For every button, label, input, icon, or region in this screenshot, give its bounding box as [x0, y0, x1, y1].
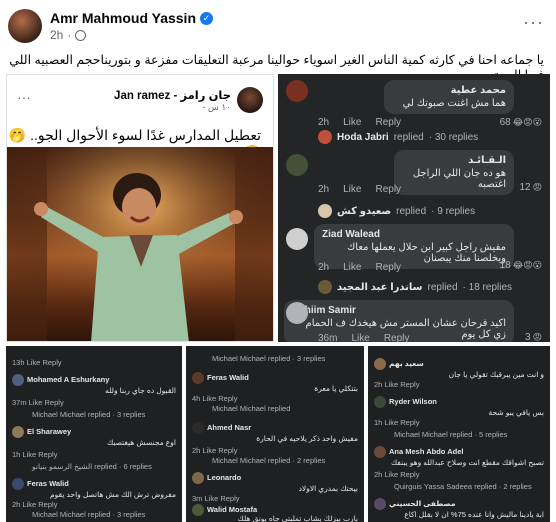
comments-screenshot-left: 13h Like Reply Mohamed A Eshurkany القبو… [6, 346, 182, 522]
avatar [374, 358, 386, 370]
avatar [12, 426, 24, 438]
replies-summary[interactable]: Michael Michael replied [212, 404, 358, 413]
reaction-count[interactable]: 18 😂😡😮 [500, 260, 542, 271]
commenter-name[interactable]: Rahiim Samir [292, 305, 506, 316]
commenter-name[interactable]: الـقـائـد [402, 155, 506, 166]
comment-bubble[interactable]: الـقـائـد هو ده جان اللي الراجل اغتصبه [394, 150, 514, 195]
replies-summary[interactable]: Michael Michael replied · 5 replies [394, 430, 544, 439]
reply-button[interactable]: Reply [375, 184, 401, 195]
comment-text: مفيش راجل كبير ابن حلال يعملها معاك ويخل… [347, 242, 506, 264]
verified-icon: ✓ [200, 11, 214, 25]
globe-icon [75, 29, 87, 41]
comment-text: هو ده جان اللي الراجل اغتصبه [412, 168, 506, 190]
reply-button[interactable]: Reply [375, 262, 401, 273]
angry-reaction-icon: 😡 [532, 182, 542, 192]
tweet-author: جان رامز - Jan ramez [114, 89, 231, 102]
replies-summary[interactable]: Michael Michael replied · 3 replies [212, 354, 358, 363]
avatar [12, 374, 24, 386]
comment-item: Rahiim Samir اكيد فرحان عشان المستر مش ه… [284, 300, 542, 342]
post-time[interactable]: 2h [50, 28, 63, 42]
like-button[interactable]: Like [351, 333, 369, 342]
reaction-count[interactable]: 68 😂😡😮 [500, 117, 542, 128]
avatar [192, 422, 204, 434]
author-name[interactable]: Amr Mahmoud Yassin [50, 10, 196, 26]
commenter-avatar[interactable] [286, 154, 308, 176]
tweet-time: ١٠ س - [202, 101, 231, 112]
commenter-name[interactable]: محمد عطية [392, 85, 506, 96]
comment-item: Ziad Walead مفيش راجل كبير ابن حلال يعمل… [286, 224, 542, 284]
tweet-photo [7, 147, 273, 341]
comment-item: الـقـائـد هو ده جان اللي الراجل اغتصبه 2… [286, 150, 542, 210]
reaction-count[interactable]: 12 😡 [519, 182, 542, 193]
replies-summary[interactable]: صعيدو كش replied · 9 replies [318, 204, 475, 218]
like-button[interactable]: Like [343, 117, 361, 128]
like-button[interactable]: Like [343, 184, 361, 195]
reply-button[interactable]: Reply [384, 333, 410, 342]
replies-summary[interactable]: Quirguis Yassa Sadeea replied · 2 replie… [394, 482, 544, 491]
tweet-more-icon: ··· [17, 89, 31, 105]
replies-summary[interactable]: ساندرا عبد المجيد replied · 18 replies [318, 280, 512, 294]
like-button[interactable]: Like [343, 262, 361, 273]
comment-text: هما مش اغنت صبوتك لي [402, 98, 506, 109]
reaction-count[interactable]: 3 😡 [525, 332, 542, 342]
avatar [374, 396, 386, 408]
comment-bubble[interactable]: محمد عطية هما مش اغنت صبوتك لي [384, 80, 514, 114]
replies-summary[interactable]: Michael Michael replied · 3 replies [32, 510, 176, 519]
comments-panel: محمد عطية هما مش اغنت صبوتك لي 2h Like R… [278, 74, 550, 342]
tweet-avatar [237, 87, 263, 113]
avatar [192, 372, 204, 384]
reply-button[interactable]: Reply [375, 117, 401, 128]
comments-screenshot-right: سعيد بهم و انت مين يبرقبك تقولي يا جان 2… [368, 346, 550, 522]
author-avatar[interactable] [8, 9, 42, 43]
avatar [12, 478, 24, 490]
avatar [374, 446, 386, 458]
haha-reaction-icon: 😂😡😮 [512, 117, 542, 127]
replies-summary[interactable]: الشيخ الرسمو بنيانو replied · 6 replies [32, 462, 176, 471]
replies-summary[interactable]: Michael Michael replied · 3 replies [32, 410, 176, 419]
post-header: Amr Mahmoud Yassin ✓ 2h · [8, 6, 214, 46]
replies-summary[interactable]: Hoda Jabri replied · 30 replies [318, 130, 478, 144]
replier-avatar [318, 130, 332, 144]
tweet-screenshot: ··· جان رامز - Jan ramez ١٠ س - تعطيل ال… [6, 74, 274, 342]
avatar [192, 472, 204, 484]
commenter-avatar[interactable] [286, 228, 308, 250]
commenter-avatar[interactable] [286, 80, 308, 102]
commenter-name[interactable]: Ziad Walead [322, 229, 506, 240]
comments-screenshot-middle: Michael Michael replied · 3 replies Fera… [186, 346, 364, 522]
more-options-icon[interactable]: ··· [523, 12, 544, 33]
replies-summary[interactable]: Michael Michael replied · 2 replies [212, 456, 358, 465]
comment-time[interactable]: 2h [318, 117, 329, 128]
commenter-avatar[interactable] [286, 302, 308, 324]
avatar [374, 498, 386, 510]
